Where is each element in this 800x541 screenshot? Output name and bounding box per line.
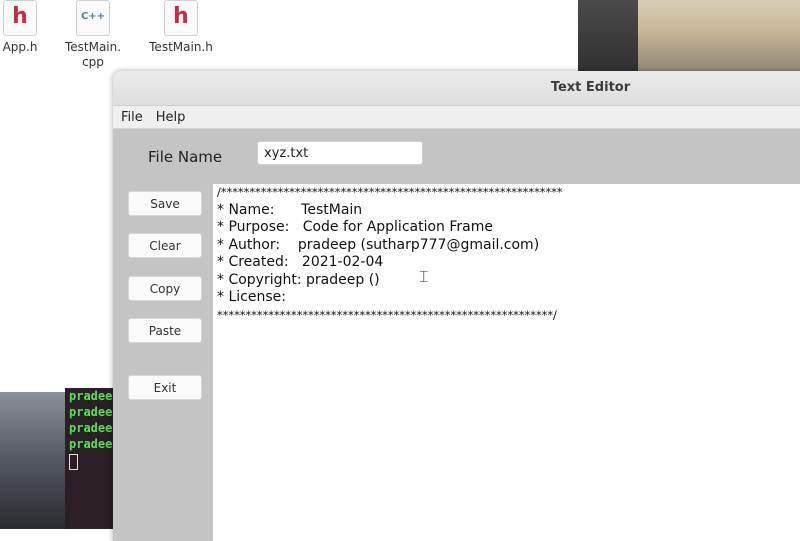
terminal-cursor bbox=[69, 454, 78, 470]
paste-button[interactable]: Paste bbox=[128, 318, 202, 343]
desktop-file-app-h[interactable]: h App.h bbox=[0, 0, 50, 55]
editor-line: * Purpose: Code for Application Frame bbox=[217, 219, 493, 235]
text-cursor-ibeam-icon: ⌶ bbox=[419, 267, 429, 286]
wallpaper-rock bbox=[578, 0, 638, 75]
editor-line: * License: bbox=[217, 289, 286, 305]
text-editor-area[interactable]: /***************************************… bbox=[213, 184, 800, 541]
copy-button[interactable]: Copy bbox=[128, 276, 202, 301]
menu-file[interactable]: File bbox=[121, 110, 143, 125]
header-file-icon: h bbox=[3, 0, 37, 36]
editor-line: ****************************************… bbox=[217, 307, 557, 322]
file-name-label: File Name bbox=[148, 148, 223, 166]
cpp-file-icon: C++ bbox=[76, 0, 110, 36]
file-name-input[interactable] bbox=[257, 141, 423, 165]
desktop-file-testmain-cpp[interactable]: C++ TestMain. cpp bbox=[60, 0, 126, 70]
wallpaper bbox=[578, 0, 800, 75]
editor-line: * Copyright: pradeep () bbox=[217, 271, 380, 288]
editor-line: /***************************************… bbox=[217, 185, 563, 199]
clear-button[interactable]: Clear bbox=[128, 233, 202, 258]
menu-bar: File Help bbox=[113, 106, 800, 129]
exit-button[interactable]: Exit bbox=[128, 375, 202, 400]
save-button[interactable]: Save bbox=[128, 191, 202, 216]
editor-line: * Name: TestMain bbox=[217, 201, 363, 218]
window-title: Text Editor bbox=[550, 80, 631, 95]
text-editor-window: Text Editor File Help File Name Save Cle… bbox=[113, 71, 800, 541]
editor-line: * Created: 2021-02-04 bbox=[217, 254, 384, 270]
header-file-icon: h bbox=[164, 0, 198, 36]
editor-line: * Author: pradeep (sutharp777@gmail.com) bbox=[217, 236, 540, 253]
desktop-file-testmain-h[interactable]: h TestMain.h bbox=[146, 0, 216, 55]
window-titlebar[interactable]: Text Editor bbox=[113, 71, 800, 106]
menu-help[interactable]: Help bbox=[156, 110, 186, 125]
